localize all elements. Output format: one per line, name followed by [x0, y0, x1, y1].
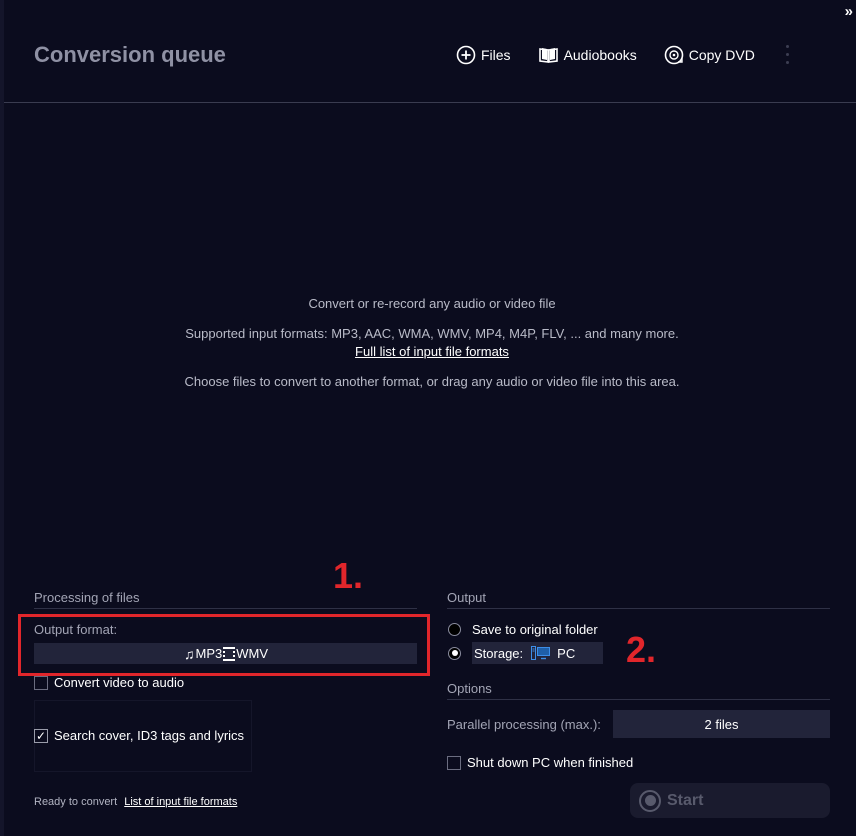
- annotation-one: 1.: [333, 555, 364, 596]
- storage-selector[interactable]: Storage: PC: [472, 642, 604, 664]
- checkmark-icon: ✓: [34, 728, 48, 743]
- toolbar: Files Audiobooks Copy DVD: [456, 45, 782, 65]
- radio-circle-selected: [448, 646, 461, 660]
- audiobooks-button[interactable]: Audiobooks: [538, 45, 637, 65]
- drop-area-hint: Choose files to convert to another forma…: [184, 374, 680, 389]
- convert-video-to-audio-checkbox[interactable]: Convert video to audio: [34, 675, 184, 690]
- radio-circle: [448, 623, 461, 636]
- output-format-label: Output format:: [34, 622, 118, 637]
- full-format-list-link[interactable]: Full list of input file formats: [355, 344, 509, 359]
- output-section-label: Output: [447, 590, 487, 605]
- output-format-selector[interactable]: ♫ MP3 WMV: [34, 643, 417, 664]
- audio-format-value: MP3: [195, 646, 223, 661]
- storage-label: Storage:: [474, 645, 524, 661]
- computer-icon: [531, 646, 551, 660]
- audiobooks-label: Audiobooks: [563, 47, 637, 63]
- status-text: Ready to convert: [34, 796, 118, 808]
- more-options-icon[interactable]: [786, 45, 789, 64]
- options-section-divider: [447, 699, 830, 700]
- collapse-panel-button[interactable]: »: [845, 3, 854, 20]
- status-bar: Ready to convert List of input file form…: [34, 796, 237, 808]
- disc-icon: [664, 45, 684, 65]
- output-section-divider: [447, 608, 830, 609]
- checkbox-box: [447, 755, 461, 770]
- annotation-two: 2.: [626, 629, 657, 670]
- convert-video-label: Convert video to audio: [54, 675, 185, 690]
- video-format-value: WMV: [236, 646, 268, 661]
- shutdown-label: Shut down PC when finished: [467, 755, 634, 770]
- film-icon: [223, 646, 236, 661]
- processing-section-label: Processing of files: [34, 590, 140, 605]
- left-edge-strip: [0, 0, 4, 836]
- parallel-processing-label: Parallel processing (max.):: [447, 717, 601, 732]
- copy-dvd-label: Copy DVD: [688, 47, 755, 63]
- save-original-folder-radio[interactable]: Save to original folder: [448, 622, 598, 637]
- options-section-label: Options: [447, 681, 492, 696]
- parallel-processing-selector[interactable]: 2 files: [613, 710, 830, 738]
- start-label: Start: [667, 791, 704, 809]
- input-formats-link[interactable]: List of input file formats: [124, 796, 237, 808]
- book-icon: [538, 48, 558, 63]
- supported-formats-text: Supported input formats: MP3, AAC, WMA, …: [185, 326, 679, 341]
- page-title: Conversion queue: [34, 42, 226, 67]
- storage-value: PC: [557, 645, 576, 661]
- processing-section-divider: [34, 608, 417, 609]
- start-button[interactable]: Start: [630, 783, 830, 818]
- plus-circle-icon: [456, 45, 476, 65]
- add-files-label: Files: [481, 47, 511, 63]
- shutdown-checkbox[interactable]: Shut down PC when finished: [447, 755, 633, 770]
- record-icon: [639, 789, 661, 812]
- add-files-button[interactable]: Files: [456, 45, 511, 65]
- music-note-icon: ♫: [183, 645, 195, 662]
- drop-area[interactable]: Convert or re-record any audio or video …: [0, 296, 856, 389]
- header-divider: [4, 102, 856, 103]
- copy-dvd-button[interactable]: Copy DVD: [664, 45, 755, 65]
- checkbox-box: [34, 675, 48, 690]
- search-cover-label: Search cover, ID3 tags and lyrics: [54, 728, 245, 743]
- storage-radio[interactable]: Storage: PC: [448, 642, 604, 664]
- search-cover-checkbox[interactable]: ✓ Search cover, ID3 tags and lyrics: [34, 728, 244, 743]
- drop-area-headline: Convert or re-record any audio or video …: [308, 296, 556, 311]
- save-original-label: Save to original folder: [472, 622, 598, 637]
